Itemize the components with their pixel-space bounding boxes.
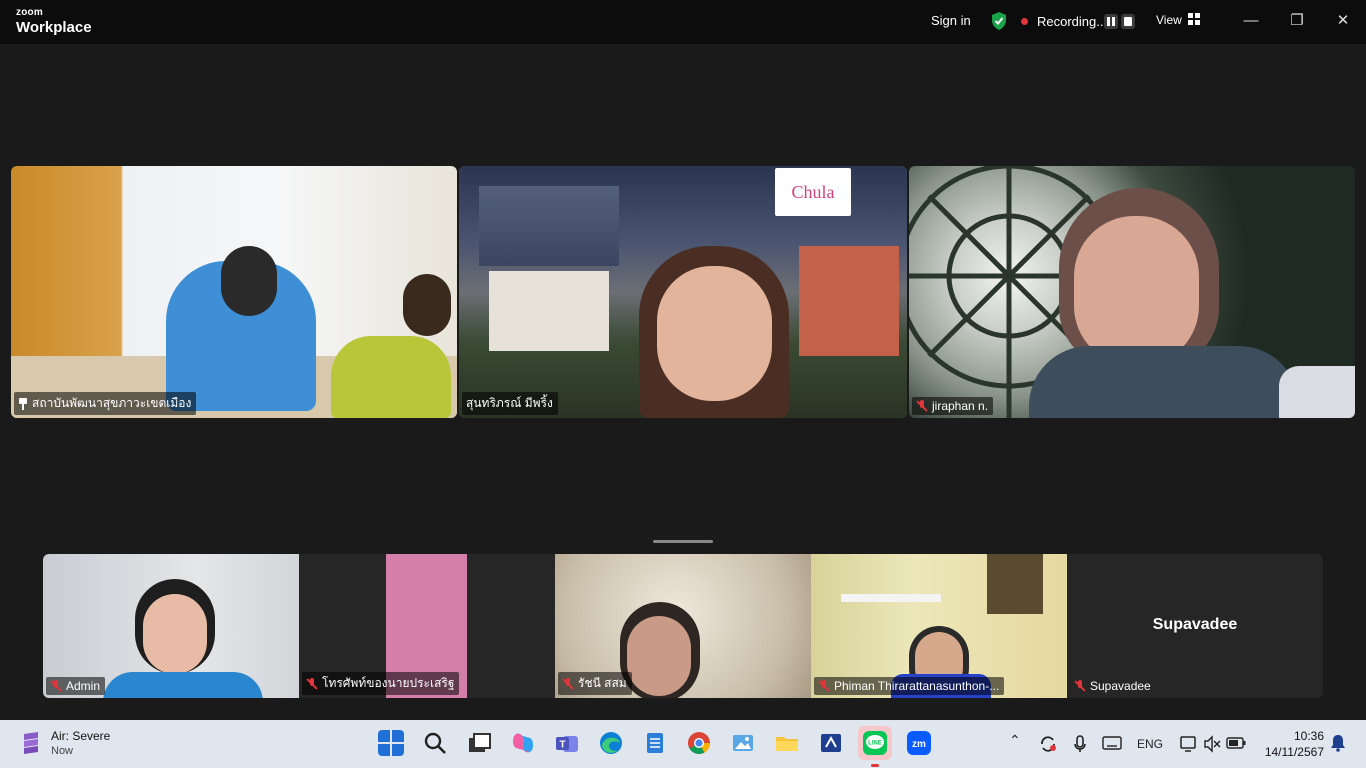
mic-off-icon (50, 680, 62, 692)
participant-face (627, 616, 691, 696)
stop-recording-button[interactable] (1121, 14, 1135, 29)
network-icon[interactable] (1179, 734, 1199, 754)
video-tile-1[interactable]: สถาบันพัฒนาสุขภาวะเขตเมือง (11, 166, 457, 418)
chrome-icon[interactable] (686, 730, 712, 756)
svg-text:zm: zm (912, 739, 926, 750)
video-tile-6[interactable]: รัชนี สสม (555, 554, 811, 698)
participant-face (143, 594, 207, 674)
photos-icon[interactable] (730, 730, 756, 756)
weather-title[interactable]: Air: Severe (51, 729, 110, 743)
weather-subtitle: Now (51, 745, 74, 757)
participant-name: สถาบันพัฒนาสุขภาวะเขตเมือง (32, 396, 192, 410)
volume-muted-icon[interactable] (1203, 734, 1221, 754)
participant-name: jiraphan n. (932, 399, 989, 413)
participant-name-tag: Phiman Thirarattanasunthon-... (814, 677, 1005, 695)
minimize-button[interactable]: — (1236, 8, 1266, 32)
recording-dot-icon (1021, 18, 1028, 25)
windows-taskbar: Air: Severe Now T LINE zm ⌃ ENG 10:36 14… (0, 720, 1366, 768)
sync-icon[interactable] (1038, 734, 1058, 754)
notifications-bell-icon[interactable] (1330, 734, 1346, 752)
pin-icon (18, 397, 28, 410)
brand-name: Workplace (16, 19, 92, 36)
zoom-logo: zoom Workplace (16, 7, 92, 36)
video-tile-4[interactable]: Admin (43, 554, 299, 698)
participant-name: Admin (66, 679, 101, 693)
start-icon[interactable] (378, 730, 404, 756)
clock-date: 14/11/2567 (1264, 745, 1324, 759)
video-tile-2-active-speaker[interactable]: Chula สุนทริภรณ์ มีพริ้ง (459, 166, 907, 418)
participant-name: สุนทริภรณ์ มีพริ้ง (466, 396, 553, 410)
svg-text:T: T (559, 740, 565, 751)
snipping-tool-icon[interactable] (818, 730, 844, 756)
chula-logo: Chula (775, 168, 851, 216)
file-explorer-icon[interactable] (774, 730, 800, 756)
building (799, 246, 899, 356)
background-object (1279, 366, 1355, 418)
meeting-stage: สถาบันพัฒนาสุขภาวะเขตเมือง Chula สุนทริภ… (0, 44, 1366, 720)
restore-button[interactable]: ❐ (1282, 8, 1312, 32)
participant-name-tag: สุนทริภรณ์ มีพริ้ง (462, 392, 558, 415)
air-quality-icon[interactable] (20, 730, 42, 756)
title-bar: zoom Workplace Sign in Recording... View… (0, 0, 1366, 44)
line-app-highlight[interactable]: LINE (858, 726, 892, 760)
video-tile-7[interactable]: Phiman Thirarattanasunthon-... (811, 554, 1067, 698)
participant-name-tag: โทรศัพท์ของนายประเสริฐ (302, 672, 460, 695)
sign-in-button[interactable]: Sign in (931, 13, 971, 28)
view-button[interactable]: View (1156, 13, 1182, 27)
video-tile-8-no-video[interactable]: Supavadee Supavadee (1067, 554, 1323, 698)
mic-off-icon (306, 677, 318, 690)
participant-name: รัชนี สสม (578, 676, 627, 690)
air-conditioner (841, 594, 941, 602)
participant-name: โทรศัพท์ของนายประเสริฐ (322, 676, 455, 690)
clock-time: 10:36 (1293, 729, 1324, 743)
participant-name-tag: สถาบันพัฒนาสุขภาวะเขตเมือง (14, 392, 197, 415)
participant-name: Supavadee (1090, 679, 1151, 693)
participant-name-tag: Supavadee (1070, 677, 1156, 695)
video-tile-3[interactable]: jiraphan n. (909, 166, 1355, 418)
mic-off-icon (1074, 680, 1086, 692)
battery-icon[interactable] (1226, 736, 1246, 750)
keyboard-icon[interactable] (1102, 736, 1122, 750)
participant-face (657, 266, 772, 401)
wall-picture (987, 554, 1043, 614)
recording-label: Recording... (1037, 14, 1108, 29)
running-indicator (871, 764, 879, 767)
brand-small: zoom (16, 7, 43, 18)
svg-text:LINE: LINE (868, 741, 882, 747)
notepad-icon[interactable] (642, 730, 668, 756)
input-language[interactable]: ENG (1137, 737, 1163, 751)
close-button[interactable]: ✕ (1328, 8, 1358, 32)
participant-name-tag: jiraphan n. (912, 397, 994, 415)
building (489, 271, 609, 351)
participant-shirt (1029, 346, 1299, 418)
zoom-icon[interactable]: zm (906, 730, 932, 756)
copilot-icon[interactable] (510, 730, 536, 756)
mic-off-icon (818, 680, 830, 692)
mic-off-icon (916, 400, 928, 412)
participant-head (403, 274, 451, 336)
edge-icon[interactable] (598, 730, 624, 756)
security-shield-icon[interactable] (990, 11, 1008, 31)
participant-name-tag: รัชนี สสม (558, 672, 632, 695)
participant-head (221, 246, 277, 316)
city-skyline (479, 186, 619, 266)
participant-shirt (103, 672, 263, 698)
participant-figure (331, 336, 451, 418)
search-icon[interactable] (422, 730, 448, 756)
clock[interactable]: 10:36 14/11/2567 (1262, 728, 1324, 760)
video-tile-5[interactable]: โทรศัพท์ของนายประเสริฐ (299, 554, 555, 698)
microphone-icon[interactable] (1072, 734, 1088, 754)
gallery-resize-handle[interactable] (653, 540, 713, 543)
pause-recording-button[interactable] (1104, 14, 1118, 29)
participant-name: Phiman Thirarattanasunthon-... (834, 679, 1000, 693)
participant-name-tag: Admin (46, 677, 106, 695)
participant-display-name: Supavadee (1152, 616, 1238, 633)
mic-off-icon (562, 677, 574, 690)
task-view-icon[interactable] (466, 730, 492, 756)
grid-view-icon[interactable] (1188, 13, 1200, 25)
participant-face (1074, 216, 1199, 366)
line-icon: LINE (863, 731, 887, 755)
show-hidden-icons-chevron-icon[interactable]: ⌃ (1009, 732, 1021, 749)
teams-icon[interactable]: T (554, 730, 580, 756)
